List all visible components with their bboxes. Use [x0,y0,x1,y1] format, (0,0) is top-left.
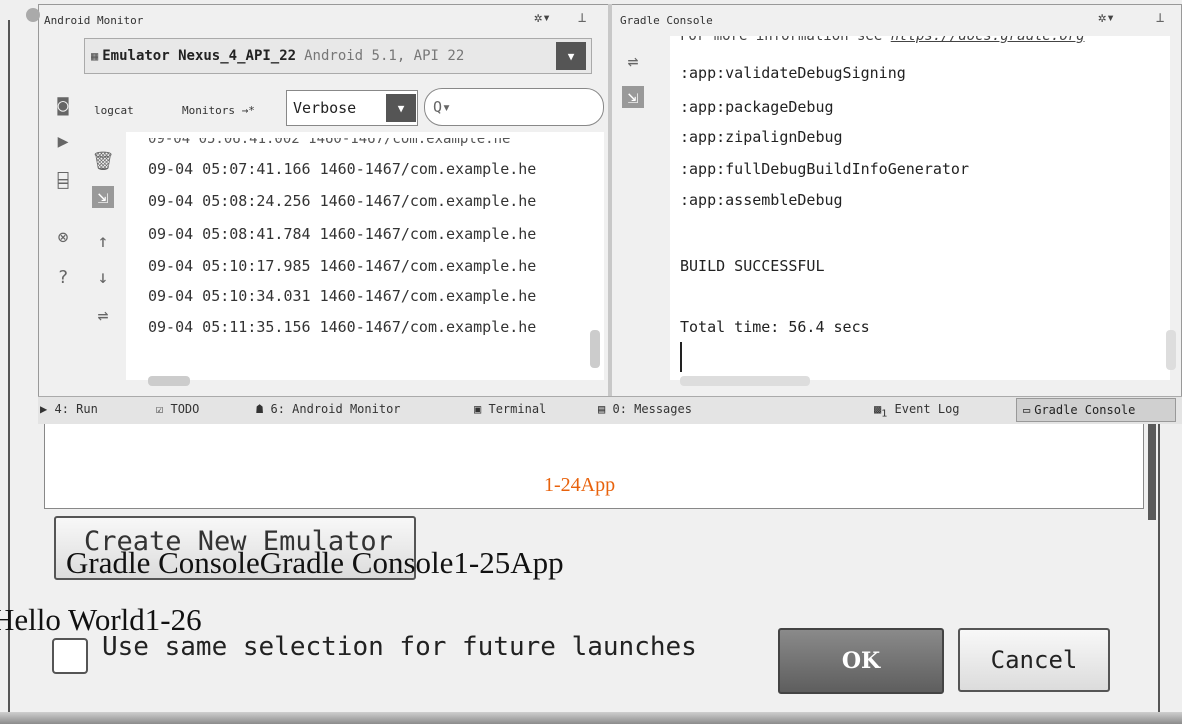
device-icon: ▦ [91,49,99,63]
panel-divider[interactable] [608,4,612,396]
gradle-line: :app:validateDebugSigning [680,64,906,82]
gradle-console-tool-button[interactable]: ▭ Gradle Console [1016,398,1176,422]
terminate-icon[interactable]: ⊗ [52,226,74,248]
gradle-line: :app:fullDebugBuildInfoGenerator [680,160,969,178]
log-line: 09-04 05:08:41.784 1460-1467/com.example… [148,225,537,243]
log-line: 09-04 05:11:35.156 1460-1467/com.example… [148,318,537,336]
build-status: BUILD SUCCESSFUL [680,257,825,275]
camera-icon[interactable]: ◙ [52,94,74,116]
figure-caption-1-26: Hello World1-26 [0,602,202,637]
gradle-vscrollbar[interactable] [1166,330,1176,370]
pin-icon[interactable]: ⊥ [578,10,586,26]
terminal-icon: ▣ [474,402,482,416]
log-line: 09-04 05:07:41.166 1460-1467/com.example… [148,160,537,178]
terminal-tool-button[interactable]: ▣ Terminal [474,402,546,416]
log-hscrollbar[interactable] [148,376,190,386]
search-icon: Q▾ [433,98,452,116]
log-line: 09-04 05:08:24.256 1460-1467/com.example… [148,192,537,210]
event-log-tool-button[interactable]: ▩1 Event Log [874,402,960,419]
gradle-console-title: Gradle Console [620,14,713,27]
play-icon[interactable]: ▶ [52,130,74,152]
gradle-line: :app:zipalignDebug [680,128,843,146]
soft-wrap-icon[interactable]: ⇌ [92,304,114,326]
log-line: 09-04 05:10:34.031 1460-1467/com.example… [148,287,537,305]
gradle-hscrollbar[interactable] [680,376,810,386]
android-monitor-title: Android Monitor [44,14,144,27]
figure-caption-1-24: 1-24App [544,474,616,496]
help-icon[interactable]: ? [52,266,74,288]
gear-icon[interactable]: ✲▾ [534,10,551,26]
build-time: Total time: 56.4 secs [680,318,870,336]
scroll-to-end-icon[interactable]: ⇲ [622,86,644,108]
messages-icon: ▤ [598,402,606,416]
arrow-down-icon[interactable]: ↓ [92,266,114,288]
console-icon: ▭ [1023,403,1031,417]
text-cursor [680,342,682,372]
log-line: 09-04 05:10:17.985 1460-1467/com.example… [148,257,537,275]
todo-icon: ☑ [156,402,164,416]
run-tool-button[interactable]: ▶ 4: Run [40,402,98,416]
chevron-down-icon[interactable]: ▼ [386,94,416,122]
device-selector[interactable]: ▦ Emulator Nexus_4_API_22 Android 5.1, A… [84,38,592,74]
search-input[interactable]: Q▾ [424,88,604,126]
dialog-bottom-edge [0,712,1182,724]
messages-tool-button[interactable]: ▤ 0: Messages [598,402,692,416]
device-version: Android 5.1, API 22 [304,48,465,64]
gradle-line: :app:packageDebug [680,98,834,116]
gear-icon[interactable]: ✲▾ [1098,10,1115,26]
ok-button[interactable]: OK [778,628,944,694]
gradle-line: :app:assembleDebug [680,191,843,209]
same-selection-checkbox[interactable] [52,638,88,674]
window-corner-icon [26,8,40,22]
dialog-scrollbar[interactable] [1148,420,1156,520]
event-log-count: 1 [881,408,888,420]
scroll-to-end-icon[interactable]: ⇲ [92,186,114,208]
soft-wrap-icon[interactable]: ⇌ [622,50,644,72]
arrow-up-icon[interactable]: ↑ [92,230,114,252]
cancel-button[interactable]: Cancel [958,628,1110,692]
tab-logcat[interactable]: logcat [94,104,134,117]
tab-monitors[interactable]: Monitors →* [182,104,255,117]
todo-tool-button[interactable]: ☑ TODO [156,402,199,416]
pin-icon[interactable]: ⊥ [1156,10,1164,26]
log-scrollbar[interactable] [590,330,600,368]
trash-icon[interactable]: 🗑 [92,150,115,172]
android-monitor-tool-button[interactable]: ☗ 6: Android Monitor [256,402,401,416]
device-name: Emulator Nexus_4_API_22 [102,48,297,64]
run-icon: ▶ [40,402,48,416]
android-icon: ☗ [256,402,264,416]
chevron-down-icon[interactable]: ▼ [556,42,586,70]
screen-record-icon[interactable]: ⌸ [52,170,74,192]
log-level-value: Verbose [293,99,357,117]
figure-caption-1-25: Gradle ConsoleGradle Console1-25App [66,545,564,580]
